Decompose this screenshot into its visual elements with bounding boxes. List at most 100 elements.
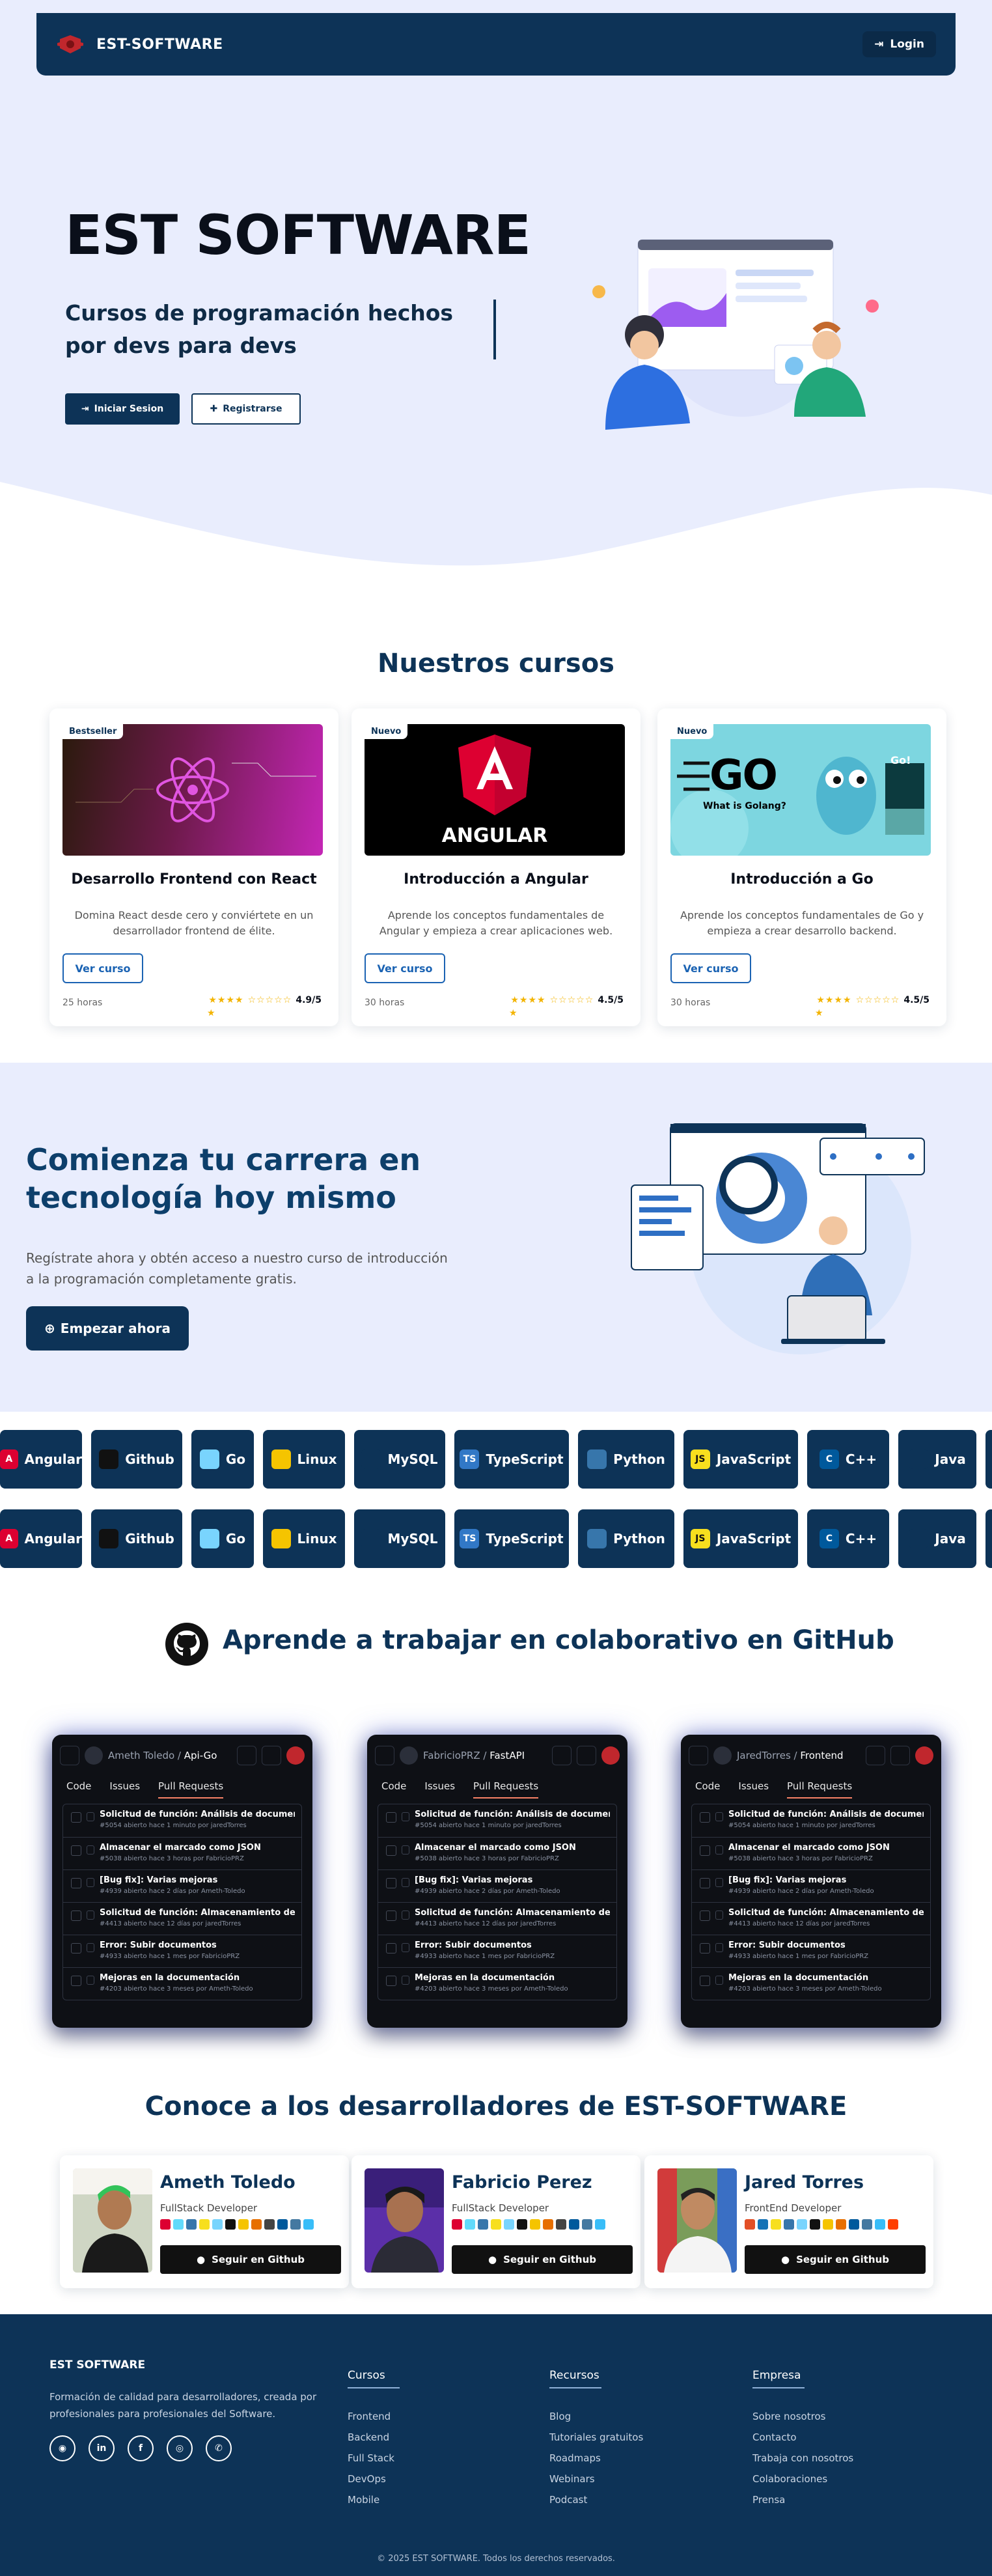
pull-request-row[interactable]: Solicitud de función: Almacenamiento de … <box>692 1902 930 1935</box>
tab-pull-requests[interactable]: Pull Requests <box>787 1780 853 1799</box>
brand-name[interactable]: EST-SOFTWARE <box>96 36 223 53</box>
checkbox[interactable] <box>386 1943 396 1953</box>
pull-request-title[interactable]: Error: Subir documentos <box>415 1940 610 1950</box>
footer-link[interactable]: Frontend <box>348 2411 391 2422</box>
repo-path[interactable]: Ameth Toledo / Api-Go <box>108 1750 217 1761</box>
course-card[interactable]: GO What is Golang? Go! Nuevo Introducció… <box>657 708 946 1026</box>
search-icon[interactable] <box>552 1746 572 1765</box>
checkbox[interactable] <box>386 1911 396 1921</box>
tab-issues[interactable]: Issues <box>738 1780 769 1799</box>
pull-request-row[interactable]: Almacenar el marcado como JSON #5038 abie… <box>378 1837 616 1869</box>
pull-request-title[interactable]: Almacenar el marcado como JSON <box>415 1843 610 1853</box>
login-button[interactable]: ⇥ Login <box>862 31 936 57</box>
checkbox[interactable] <box>700 1943 710 1953</box>
footer-link[interactable]: Webinars <box>549 2473 595 2485</box>
login-hero-button[interactable]: ⇥ Iniciar Sesion <box>65 393 180 425</box>
pull-request-row[interactable]: Almacenar el marcado como JSON #5038 abie… <box>692 1837 930 1869</box>
pull-request-row[interactable]: Solicitud de función: Almacenamiento de … <box>378 1902 616 1935</box>
pull-request-title[interactable]: Error: Subir documentos <box>100 1940 295 1950</box>
pull-request-row[interactable]: Mejoras en la documentación #4203 abierto… <box>692 1967 930 2000</box>
pull-request-title[interactable]: Almacenar el marcado como JSON <box>728 1843 924 1853</box>
follow-github-button[interactable]: ● Seguir en Github <box>452 2245 633 2274</box>
pull-request-row[interactable]: Mejoras en la documentación #4203 abierto… <box>63 1967 301 2000</box>
pull-request-title[interactable]: Mejoras en la documentación <box>415 1973 610 1983</box>
checkbox[interactable] <box>71 1878 81 1888</box>
add-icon[interactable] <box>577 1746 596 1765</box>
footer-link[interactable]: Prensa <box>752 2494 785 2506</box>
tab-code[interactable]: Code <box>381 1780 406 1799</box>
user-avatar[interactable] <box>915 1746 933 1765</box>
pull-request-row[interactable]: [Bug fix]: Varias mejoras #4939 abierto h… <box>378 1869 616 1902</box>
checkbox[interactable] <box>71 1943 81 1953</box>
linkedin-icon[interactable]: in <box>89 2435 115 2461</box>
footer-link[interactable]: DevOps <box>348 2473 386 2485</box>
course-card[interactable]: Bestseller Desarrollo Frontend con React… <box>49 708 338 1026</box>
pull-request-row[interactable]: Error: Subir documentos #4933 abierto hac… <box>692 1935 930 1967</box>
tab-issues[interactable]: Issues <box>424 1780 455 1799</box>
footer-link[interactable]: Contacto <box>752 2431 797 2443</box>
repo-path[interactable]: FabricioPRZ / FastAPI <box>423 1750 525 1761</box>
footer-link[interactable]: Mobile <box>348 2494 379 2506</box>
pull-request-row[interactable]: Error: Subir documentos #4933 abierto hac… <box>378 1935 616 1967</box>
tab-code[interactable]: Code <box>66 1780 91 1799</box>
add-icon[interactable] <box>262 1746 281 1765</box>
checkbox[interactable] <box>386 1878 396 1888</box>
footer-link[interactable]: Full Stack <box>348 2452 394 2464</box>
menu-icon[interactable] <box>60 1746 79 1765</box>
user-avatar[interactable] <box>286 1746 305 1765</box>
pull-request-row[interactable]: Solicitud de función: Análisis de docume… <box>378 1804 616 1837</box>
checkbox[interactable] <box>700 1911 710 1921</box>
pull-request-row[interactable]: Solicitud de función: Análisis de docume… <box>692 1804 930 1837</box>
user-avatar[interactable] <box>601 1746 620 1765</box>
pull-request-title[interactable]: Mejoras en la documentación <box>728 1973 924 1983</box>
pull-request-title[interactable]: [Bug fix]: Varias mejoras <box>100 1875 295 1885</box>
checkbox[interactable] <box>386 1976 396 1986</box>
footer-link[interactable]: Backend <box>348 2431 389 2443</box>
pull-request-title[interactable]: Solicitud de función: Análisis de docume… <box>728 1810 924 1819</box>
pull-request-title[interactable]: Mejoras en la documentación <box>100 1973 295 1983</box>
checkbox[interactable] <box>71 1911 81 1921</box>
menu-icon[interactable] <box>375 1746 394 1765</box>
pull-request-title[interactable]: [Bug fix]: Varias mejoras <box>728 1875 924 1885</box>
github-social-icon[interactable]: ◉ <box>49 2435 76 2461</box>
search-icon[interactable] <box>866 1746 885 1765</box>
whatsapp-icon[interactable]: ✆ <box>206 2435 232 2461</box>
checkbox[interactable] <box>71 1812 81 1823</box>
checkbox[interactable] <box>71 1976 81 1986</box>
pull-request-row[interactable]: Error: Subir documentos #4933 abierto hac… <box>63 1935 301 1967</box>
register-button[interactable]: ✚ Registrarse <box>191 393 301 425</box>
pull-request-title[interactable]: Solicitud de función: Almacenamiento de … <box>728 1908 924 1918</box>
pull-request-title[interactable]: Error: Subir documentos <box>728 1940 924 1950</box>
search-icon[interactable] <box>237 1746 256 1765</box>
pull-request-title[interactable]: Solicitud de función: Almacenamiento de … <box>100 1908 295 1918</box>
pull-request-row[interactable]: Almacenar el marcado como JSON #5038 abie… <box>63 1837 301 1869</box>
tab-issues[interactable]: Issues <box>109 1780 140 1799</box>
pull-request-title[interactable]: Solicitud de función: Análisis de docume… <box>415 1810 610 1819</box>
checkbox[interactable] <box>700 1812 710 1823</box>
repo-path[interactable]: JaredTorres / Frontend <box>737 1750 844 1761</box>
logo-icon[interactable] <box>56 34 85 55</box>
footer-link[interactable]: Colaboraciones <box>752 2473 827 2485</box>
add-icon[interactable] <box>890 1746 910 1765</box>
checkbox[interactable] <box>71 1845 81 1856</box>
menu-icon[interactable] <box>689 1746 708 1765</box>
footer-link[interactable]: Roadmaps <box>549 2452 601 2464</box>
pull-request-row[interactable]: [Bug fix]: Varias mejoras #4939 abierto h… <box>692 1869 930 1902</box>
course-card[interactable]: ANGULAR Nuevo Introducción a Angular Apr… <box>351 708 641 1026</box>
checkbox[interactable] <box>700 1976 710 1986</box>
start-now-button[interactable]: ⊕ Empezar ahora <box>26 1306 189 1351</box>
footer-link[interactable]: Trabaja con nosotros <box>752 2452 853 2464</box>
pull-request-row[interactable]: Solicitud de función: Almacenamiento de … <box>63 1902 301 1935</box>
pull-request-row[interactable]: [Bug fix]: Varias mejoras #4939 abierto h… <box>63 1869 301 1902</box>
footer-link[interactable]: Podcast <box>549 2494 587 2506</box>
tab-code[interactable]: Code <box>695 1780 720 1799</box>
tab-pull-requests[interactable]: Pull Requests <box>158 1780 224 1799</box>
pull-request-title[interactable]: Solicitud de función: Almacenamiento de … <box>415 1908 610 1918</box>
checkbox[interactable] <box>700 1845 710 1856</box>
follow-github-button[interactable]: ● Seguir en Github <box>745 2245 926 2274</box>
view-course-button[interactable]: Ver curso <box>670 953 751 983</box>
tab-pull-requests[interactable]: Pull Requests <box>473 1780 539 1799</box>
footer-link[interactable]: Blog <box>549 2411 571 2422</box>
checkbox[interactable] <box>386 1845 396 1856</box>
view-course-button[interactable]: Ver curso <box>365 953 445 983</box>
